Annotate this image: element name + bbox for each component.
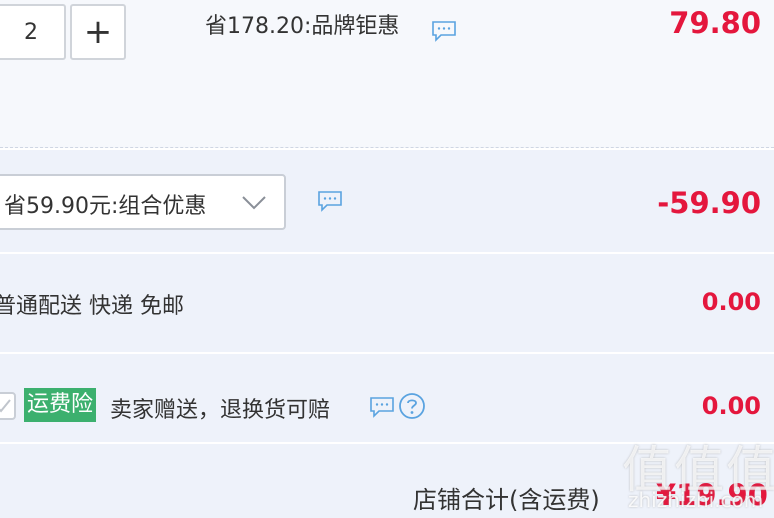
combo-discount-select[interactable]: 省59.90元:组合优惠 (0, 174, 286, 230)
insurance-fee: 0.00 (701, 392, 761, 420)
insurance-description: 卖家赠送，退换货可赔 (110, 398, 331, 423)
quantity-input[interactable]: 2 (0, 4, 66, 60)
divider (0, 147, 774, 148)
combo-select-label: 省59.90元:组合优惠 (4, 194, 207, 219)
plus-icon: + (83, 12, 113, 52)
shipping-fee: 0.00 (701, 288, 761, 316)
item-promo-text: 省178.20:品牌钜惠 (205, 14, 400, 39)
insurance-tag: 运费险 (24, 388, 97, 422)
shop-total-label: 店铺合计(含运费) (413, 486, 600, 514)
chat-bubble-icon[interactable] (317, 190, 343, 212)
chat-bubble-icon[interactable] (369, 396, 395, 418)
chat-bubble-icon[interactable] (431, 20, 457, 42)
insurance-checkbox[interactable] (0, 392, 16, 420)
question-icon[interactable] (398, 392, 426, 420)
quantity-increase-button[interactable]: + (70, 4, 126, 60)
combo-discount-amount: -59.90 (657, 186, 761, 220)
chevron-down-icon (242, 196, 266, 210)
shipping-method: 普通配送 快递 免邮 (0, 294, 184, 319)
quantity-value: 2 (24, 19, 38, 45)
watermark-url: zhizhizhi.com (628, 488, 764, 512)
checkbox-icon (0, 399, 11, 413)
item-promo: 省178.20:品牌钜惠 (205, 8, 399, 40)
item-price: 79.80 (669, 6, 761, 40)
